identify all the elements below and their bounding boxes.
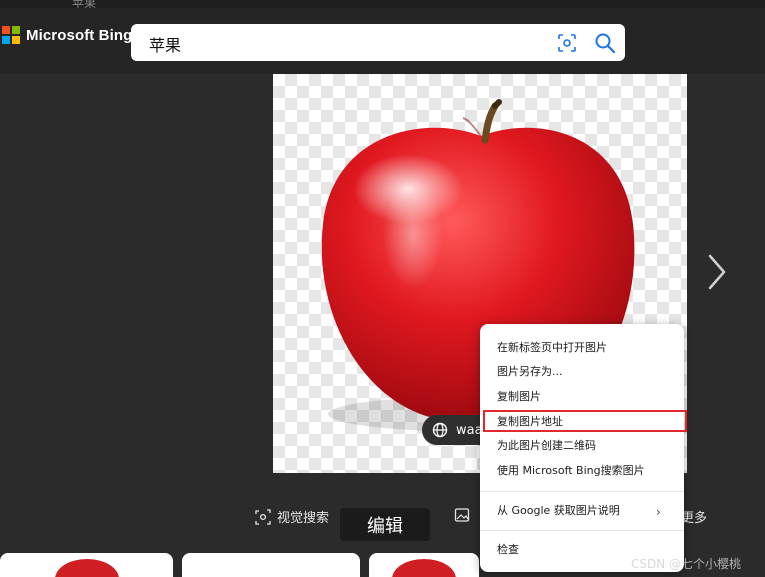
bing-logo[interactable]: Microsoft Bing <box>2 26 132 44</box>
menu-create-qr-code[interactable]: 为此图片创建二维码 <box>497 437 596 455</box>
microsoft-logo-icon <box>2 26 20 44</box>
highlight-box <box>483 410 687 432</box>
chevron-right-icon: › <box>656 505 661 519</box>
search-icon[interactable] <box>594 32 616 54</box>
globe-icon <box>432 422 448 438</box>
search-input[interactable]: 苹果 <box>149 32 181 56</box>
image-action-button[interactable] <box>454 507 476 523</box>
related-image-thumbnail[interactable] <box>369 553 479 577</box>
related-image-thumbnail[interactable] <box>182 553 360 577</box>
context-menu: 在新标签页中打开图片 图片另存为... 复制图片 复制图片地址 为此图片创建二维… <box>480 324 684 572</box>
menu-inspect[interactable]: 检查 <box>497 541 519 559</box>
visual-search-label: 视觉搜索 <box>277 511 330 526</box>
menu-google-image-description[interactable]: 从 Google 获取图片说明 <box>497 502 620 520</box>
browser-tab-strip: 苹果 <box>0 0 765 10</box>
visual-search-button[interactable]: 视觉搜索 <box>255 507 329 526</box>
menu-open-image-new-tab[interactable]: 在新标签页中打开图片 <box>497 339 607 357</box>
visual-search-icon[interactable] <box>557 33 577 53</box>
menu-divider <box>480 530 684 531</box>
menu-divider <box>480 491 684 492</box>
visual-search-action-icon <box>255 508 271 525</box>
menu-save-image-as[interactable]: 图片另存为... <box>497 363 563 381</box>
image-icon <box>454 508 470 522</box>
image-source-label: waa <box>456 422 483 438</box>
more-button[interactable]: 更多 <box>681 507 707 526</box>
related-image-thumbnail[interactable] <box>0 553 173 577</box>
brand-name: Microsoft Bing <box>26 26 133 44</box>
more-label: 更多 <box>681 511 708 526</box>
watermark: CSDN @七个小樱桃 <box>631 557 742 571</box>
edit-tooltip: 编辑 <box>340 508 430 541</box>
menu-search-with-bing[interactable]: 使用 Microsoft Bing搜索图片 <box>497 462 645 480</box>
menu-copy-image[interactable]: 复制图片 <box>497 388 541 406</box>
next-image-button[interactable] <box>704 252 730 292</box>
search-box[interactable]: 苹果 <box>131 24 625 61</box>
